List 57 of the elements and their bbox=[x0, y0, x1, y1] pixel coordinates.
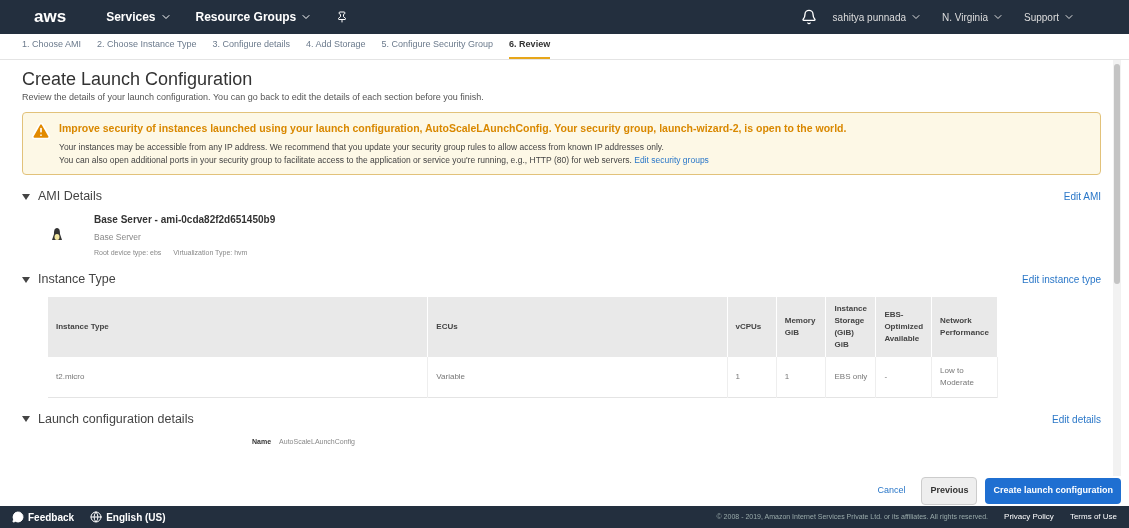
table-cell: Low to Moderate bbox=[931, 357, 998, 398]
cancel-button[interactable]: Cancel bbox=[869, 478, 914, 504]
footer-link[interactable]: Privacy Policy bbox=[1004, 511, 1054, 523]
notifications-icon[interactable] bbox=[800, 9, 817, 25]
page-title: Create Launch Configuration bbox=[22, 68, 254, 91]
warning-title: Improve security of instances launched using your launch configuration, AutoScaleLAunchConfig. Your security group, launch-wizard-2, is open to the world. bbox=[59, 121, 847, 136]
nav-menu[interactable]: Resource Groups bbox=[195, 8, 313, 26]
feedback-button[interactable]: Feedback bbox=[12, 509, 75, 525]
nav-menu[interactable]: N. Virginia bbox=[942, 9, 1004, 25]
wizard-step-tab[interactable]: 1. Choose AMI bbox=[22, 37, 82, 59]
wizard-step-tab[interactable]: 5. Configure Security Group bbox=[381, 37, 494, 59]
scrollbar[interactable] bbox=[1113, 60, 1121, 476]
column-header: vCPUs bbox=[727, 297, 777, 357]
nav-menu[interactable]: Support bbox=[1023, 9, 1075, 25]
nav-menu[interactable]: Services bbox=[106, 8, 172, 26]
ami-description: Base Server bbox=[94, 231, 142, 244]
table-cell: - bbox=[875, 357, 932, 398]
section-title: Instance Type bbox=[38, 271, 116, 289]
column-header: Instance Type bbox=[48, 297, 428, 357]
column-header: EBS-Optimized Available bbox=[875, 297, 932, 357]
table-cell: 1 bbox=[776, 357, 826, 398]
table-cell: Variable bbox=[427, 357, 727, 398]
previous-button[interactable]: Previous bbox=[921, 477, 978, 505]
logo[interactable]: aws bbox=[34, 4, 67, 30]
warning-text: Your instances may be accessible from any IP address. We recommend that you update your security group rules to allow access from known IP addresses only. bbox=[59, 140, 665, 154]
edit-section-link[interactable]: Edit details bbox=[1052, 411, 1101, 427]
wizard-step-tab[interactable]: 6. Review bbox=[509, 37, 551, 59]
column-header: Memory GiB bbox=[776, 297, 826, 357]
expanded-triangle-icon[interactable] bbox=[22, 275, 30, 284]
edit-security-groups-link[interactable]: Edit security groups bbox=[634, 154, 709, 165]
penguin-icon bbox=[52, 228, 62, 243]
language-button[interactable]: English (US) bbox=[90, 509, 166, 525]
globe-icon bbox=[90, 511, 103, 523]
column-header: ECUs bbox=[427, 297, 727, 357]
wizard-step-tab[interactable]: 3. Configure details bbox=[212, 37, 290, 59]
ami-name: Base Server - ami-0cda82f2d651450b9 bbox=[94, 213, 276, 227]
warning-icon bbox=[31, 121, 51, 141]
wizard-step-tab[interactable]: 2. Choose Instance Type bbox=[97, 37, 197, 59]
edit-section-link[interactable]: Edit instance type bbox=[1022, 272, 1101, 288]
column-header: Instance Storage (GiB) GiB bbox=[825, 297, 876, 357]
section-title: Launch configuration details bbox=[38, 411, 194, 428]
create-launch-configuration-button[interactable]: Create launch configuration bbox=[985, 478, 1121, 504]
table-cell: 1 bbox=[727, 357, 777, 398]
wizard-step-tab[interactable]: 4. Add Storage bbox=[306, 37, 366, 59]
table-cell: t2.micro bbox=[48, 357, 428, 398]
column-header: Network Performance bbox=[931, 297, 998, 357]
chat-icon bbox=[12, 511, 24, 523]
page-subtitle: Review the details of your launch configuration. You can go back to edit the details of each section before you finish. bbox=[22, 90, 485, 104]
section-title: AMI Details bbox=[38, 188, 102, 206]
footer-link[interactable]: Terms of Use bbox=[1069, 511, 1117, 523]
nav-menu[interactable]: sahitya punnada bbox=[832, 9, 922, 25]
expanded-triangle-icon[interactable] bbox=[22, 192, 30, 201]
warning-text: You can also open additional ports in your security group to facilitate access to the application or service you're running, e.g., HTTP (80) for web servers. Edit security groups bbox=[59, 153, 710, 167]
edit-section-link[interactable]: Edit AMI bbox=[1063, 189, 1101, 205]
table-cell: EBS only bbox=[825, 357, 876, 398]
pin-icon[interactable] bbox=[336, 11, 349, 23]
expanded-triangle-icon[interactable] bbox=[22, 415, 30, 424]
